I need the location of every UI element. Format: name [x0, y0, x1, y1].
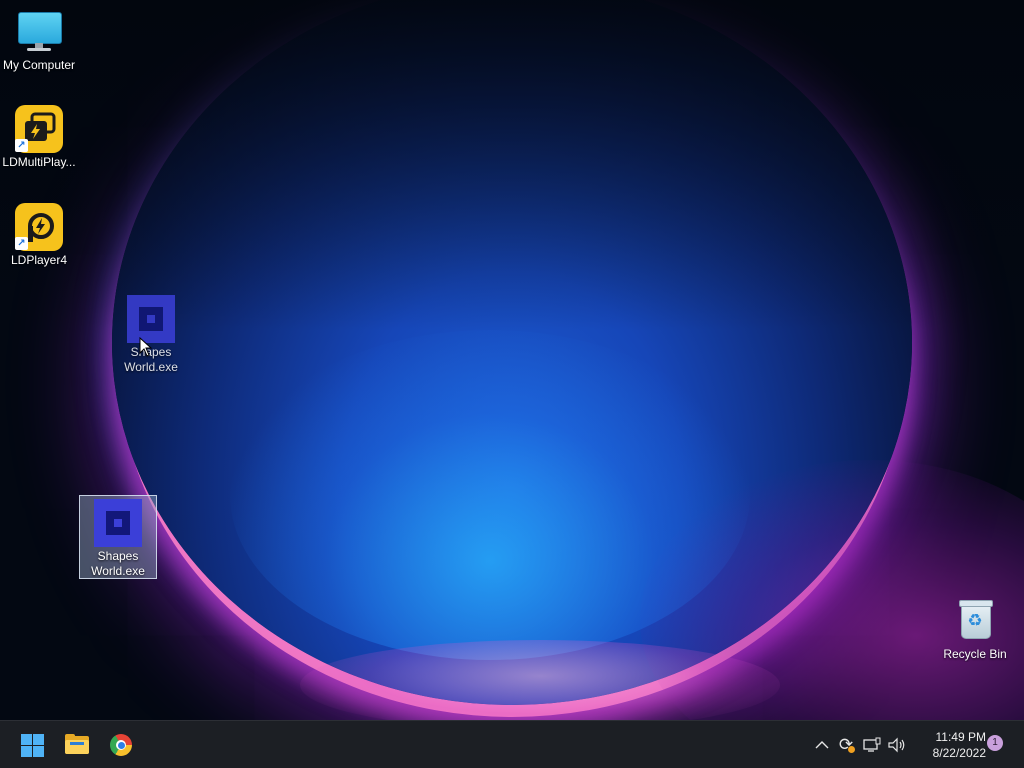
clock-time: 11:49 PM — [935, 730, 986, 744]
desktop-icon-label: My Computer — [2, 58, 76, 72]
windows-start-icon[interactable] — [14, 727, 50, 763]
recycle-bin-icon: ♻ — [951, 597, 999, 645]
desktop-icon-label: LDMultiPlay... — [2, 155, 76, 169]
desktop-icon-ldmultiplayer[interactable]: ↗ LDMultiPlay... — [0, 105, 78, 170]
ldplayer-icon: ↗ — [15, 203, 63, 251]
shortcut-arrow-icon: ↗ — [15, 237, 28, 250]
folder-icon[interactable] — [59, 727, 95, 763]
volume-icon[interactable] — [887, 735, 907, 755]
sync-icon[interactable]: ⟳ — [836, 735, 856, 755]
shapes-world-icon — [94, 499, 142, 547]
desktop-icon-shapes-world[interactable]: Shapes World.exe — [79, 495, 157, 579]
wallpaper-shade — [0, 0, 1024, 330]
wallpaper-rim — [300, 640, 780, 720]
desktop-icon-shapes-world-drag-ghost[interactable]: Shapes World.exe — [112, 295, 190, 375]
wallpaper-core — [230, 330, 750, 660]
monitor-icon — [15, 8, 63, 56]
notification-badge[interactable]: 1 — [987, 735, 1003, 751]
desktop-icon-ldplayer4[interactable]: ↗ LDPlayer4 — [0, 203, 78, 268]
shortcut-arrow-icon: ↗ — [15, 139, 28, 152]
mouse-cursor-icon — [139, 337, 153, 357]
network-icon[interactable] — [862, 735, 882, 755]
desktop-icon-label: LDPlayer4 — [10, 253, 68, 267]
chrome-icon[interactable] — [103, 727, 139, 763]
desktop-icon-recycle-bin[interactable]: ♻ Recycle Bin — [936, 597, 1014, 662]
clock-date: 8/22/2022 — [932, 746, 986, 760]
ldmultiplayer-icon: ↗ — [15, 105, 63, 153]
desktop-icon-label: Shapes World.exe — [91, 549, 145, 578]
desktop-icon-my-computer[interactable]: My Computer — [0, 8, 78, 73]
desktop[interactable]: My Computer ↗ LDMultiPlay... ↗ LDPlayer4 — [0, 0, 1024, 720]
taskbar-clock[interactable]: 11:49 PM 8/22/2022 — [912, 729, 986, 761]
desktop-icon-label: Recycle Bin — [943, 647, 1007, 661]
chevron-up-icon[interactable] — [812, 735, 832, 755]
taskbar: ⟳ 11:49 PM 8/22/2022 — [0, 720, 1024, 768]
shapes-world-icon — [127, 295, 175, 343]
